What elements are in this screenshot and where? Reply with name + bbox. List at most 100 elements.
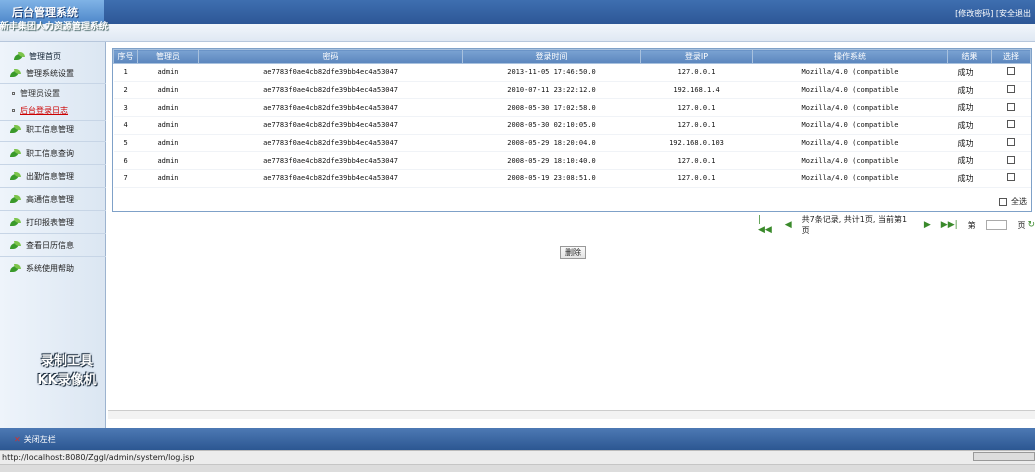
first-page-icon[interactable]: |◀◀	[758, 215, 775, 235]
leaf-icon	[10, 68, 22, 78]
sidebar-item-staff-query[interactable]: 职工信息查询	[10, 146, 98, 160]
watermark-line2: KK录像机	[37, 373, 97, 388]
cell-result: 成功	[947, 151, 992, 171]
pager-goto-suffix: 页	[1017, 220, 1026, 230]
cell-password: ae7783f0ae4cb82dfe39bb4ec4a53047	[198, 116, 463, 135]
cell-no: 6	[113, 151, 138, 171]
cell-login-time: 2008-05-29 18:10:40.0	[462, 151, 641, 171]
row-checkbox[interactable]	[1007, 138, 1015, 147]
sidebar-item-system-settings[interactable]: 管理系统设置	[10, 66, 98, 80]
divider	[0, 141, 106, 142]
cell-login-ip: 127.0.0.1	[640, 116, 753, 135]
browser-status-bar: http://localhost:8080/Zggl/admin/system/…	[0, 450, 1035, 464]
table-row: 5 admin ae7783f0ae4cb82dfe39bb4ec4a53047…	[113, 134, 1031, 153]
cell-select	[991, 134, 1031, 153]
row-checkbox[interactable]	[1007, 173, 1015, 182]
cell-select	[991, 151, 1031, 171]
cell-admin: admin	[137, 63, 199, 82]
footer-bar: ✕ 关闭左栏	[0, 428, 1035, 450]
sidebar-item-label: 打印报表管理	[26, 217, 74, 227]
cell-login-ip: 192.168.1.4	[640, 81, 753, 100]
sidebar-item-calendar[interactable]: 查看日历信息	[10, 238, 98, 252]
cell-login-ip: 192.168.0.103	[640, 134, 753, 153]
sidebar-subitem-label: 后台登录日志	[20, 105, 68, 115]
cell-admin: admin	[137, 134, 199, 153]
cell-password: ae7783f0ae4cb82dfe39bb4ec4a53047	[198, 169, 463, 188]
sidebar-item-label: 管理系统设置	[26, 68, 74, 78]
select-all-checkbox[interactable]	[999, 197, 1007, 206]
cell-login-ip: 127.0.0.1	[640, 63, 753, 82]
top-links: [修改密码] [安全退出	[955, 8, 1031, 19]
prev-page-icon[interactable]: ◀	[785, 220, 792, 230]
cell-login-time: 2013-11-05 17:46:50.0	[462, 63, 641, 82]
leaf-icon	[10, 240, 22, 250]
sidebar-item-staff-info[interactable]: 职工信息管理	[10, 122, 98, 136]
cell-os: Mozilla/4.0 (compatible	[752, 63, 948, 82]
column-header-admin: 管理员	[137, 49, 199, 64]
cell-os: Mozilla/4.0 (compatible	[752, 134, 948, 153]
cell-no: 2	[113, 81, 138, 100]
horizontal-scrollbar[interactable]	[108, 410, 1035, 419]
divider	[0, 233, 106, 234]
pager-goto-prefix: 第	[967, 220, 976, 230]
divider	[0, 210, 106, 211]
leaf-icon	[10, 217, 22, 227]
table-row: 4 admin ae7783f0ae4cb82dfe39bb4ec4a53047…	[113, 116, 1031, 135]
row-checkbox[interactable]	[1007, 155, 1015, 164]
close-left-label: 关闭左栏	[23, 435, 56, 444]
logo: 后台管理系统	[0, 0, 104, 24]
sidebar-item-help[interactable]: 系统使用帮助	[10, 261, 98, 275]
cell-no: 1	[113, 63, 138, 82]
system-name: 新丰集团人力资源管理系统	[0, 22, 109, 32]
cell-no: 3	[113, 98, 138, 118]
sidebar-item-print-report[interactable]: 打印报表管理	[10, 215, 98, 229]
row-checkbox[interactable]	[1007, 85, 1015, 94]
sidebar-home[interactable]: 管理首页	[14, 50, 61, 62]
sidebar-item-label: 出勤信息管理	[26, 171, 74, 181]
sidebar-item-attendance[interactable]: 出勤信息管理	[10, 169, 98, 183]
sidebar-subitem-label: 管理员设置	[20, 88, 60, 98]
sidebar-item-contact[interactable]: 高通信息管理	[10, 192, 98, 206]
watermark: 录制工具 KK录像机	[22, 352, 112, 390]
close-left-panel[interactable]: ✕ 关闭左栏	[14, 434, 56, 445]
divider	[0, 120, 106, 121]
cell-os: Mozilla/4.0 (compatible	[752, 116, 948, 135]
login-log-table: 序号 管理员 密码 登录时间 登录IP 操作系统 结果 选择 1 admin a…	[113, 49, 1031, 188]
column-header-os: 操作系统	[752, 49, 948, 64]
top-banner: 后台管理系统 [修改密码] [安全退出	[0, 0, 1035, 24]
table-row: 7 admin ae7783f0ae4cb82dfe39bb4ec4a53047…	[113, 169, 1031, 188]
next-page-icon[interactable]: ▶	[924, 220, 931, 230]
sidebar-item-label: 高通信息管理	[26, 194, 74, 204]
leaf-icon	[10, 194, 22, 204]
cell-result: 成功	[947, 81, 992, 100]
column-header-password: 密码	[198, 49, 463, 64]
delete-button[interactable]: 删除	[560, 246, 586, 259]
sidebar-subitem-admin-settings[interactable]: 管理员设置	[12, 87, 60, 99]
cell-select	[991, 98, 1031, 118]
go-icon[interactable]: ↻	[1027, 220, 1035, 230]
leaf-icon	[10, 148, 22, 158]
leaf-icon	[10, 171, 22, 181]
table-row: 1 admin ae7783f0ae4cb82dfe39bb4ec4a53047…	[113, 63, 1031, 82]
row-checkbox[interactable]	[1007, 102, 1015, 111]
row-checkbox[interactable]	[1007, 120, 1015, 129]
bullet-icon	[12, 108, 15, 112]
page-number-input[interactable]	[985, 220, 1008, 230]
logout-link[interactable]: [安全退出	[996, 9, 1031, 18]
main-content: 序号 管理员 密码 登录时间 登录IP 操作系统 结果 选择 1 admin a…	[108, 44, 1035, 428]
cell-login-time: 2008-05-30 02:10:05.0	[462, 116, 641, 135]
cell-login-time: 2008-05-29 18:20:04.0	[462, 134, 641, 153]
cell-login-time: 2010-07-11 23:22:12.0	[462, 81, 641, 100]
leaf-icon	[10, 263, 22, 273]
cell-select	[991, 116, 1031, 135]
cell-os: Mozilla/4.0 (compatible	[752, 98, 948, 118]
row-checkbox[interactable]	[1007, 67, 1015, 76]
change-password-link[interactable]: [修改密码]	[955, 9, 993, 18]
sidebar-subitem-login-log[interactable]: 后台登录日志	[12, 104, 68, 116]
column-header-login-ip: 登录IP	[640, 49, 753, 64]
leaf-icon	[14, 51, 26, 61]
divider	[0, 187, 106, 188]
last-page-icon[interactable]: ▶▶|	[941, 220, 958, 230]
pager-summary: 共7条记录, 共计1页, 当前第1页	[801, 215, 908, 235]
cell-os: Mozilla/4.0 (compatible	[752, 151, 948, 171]
